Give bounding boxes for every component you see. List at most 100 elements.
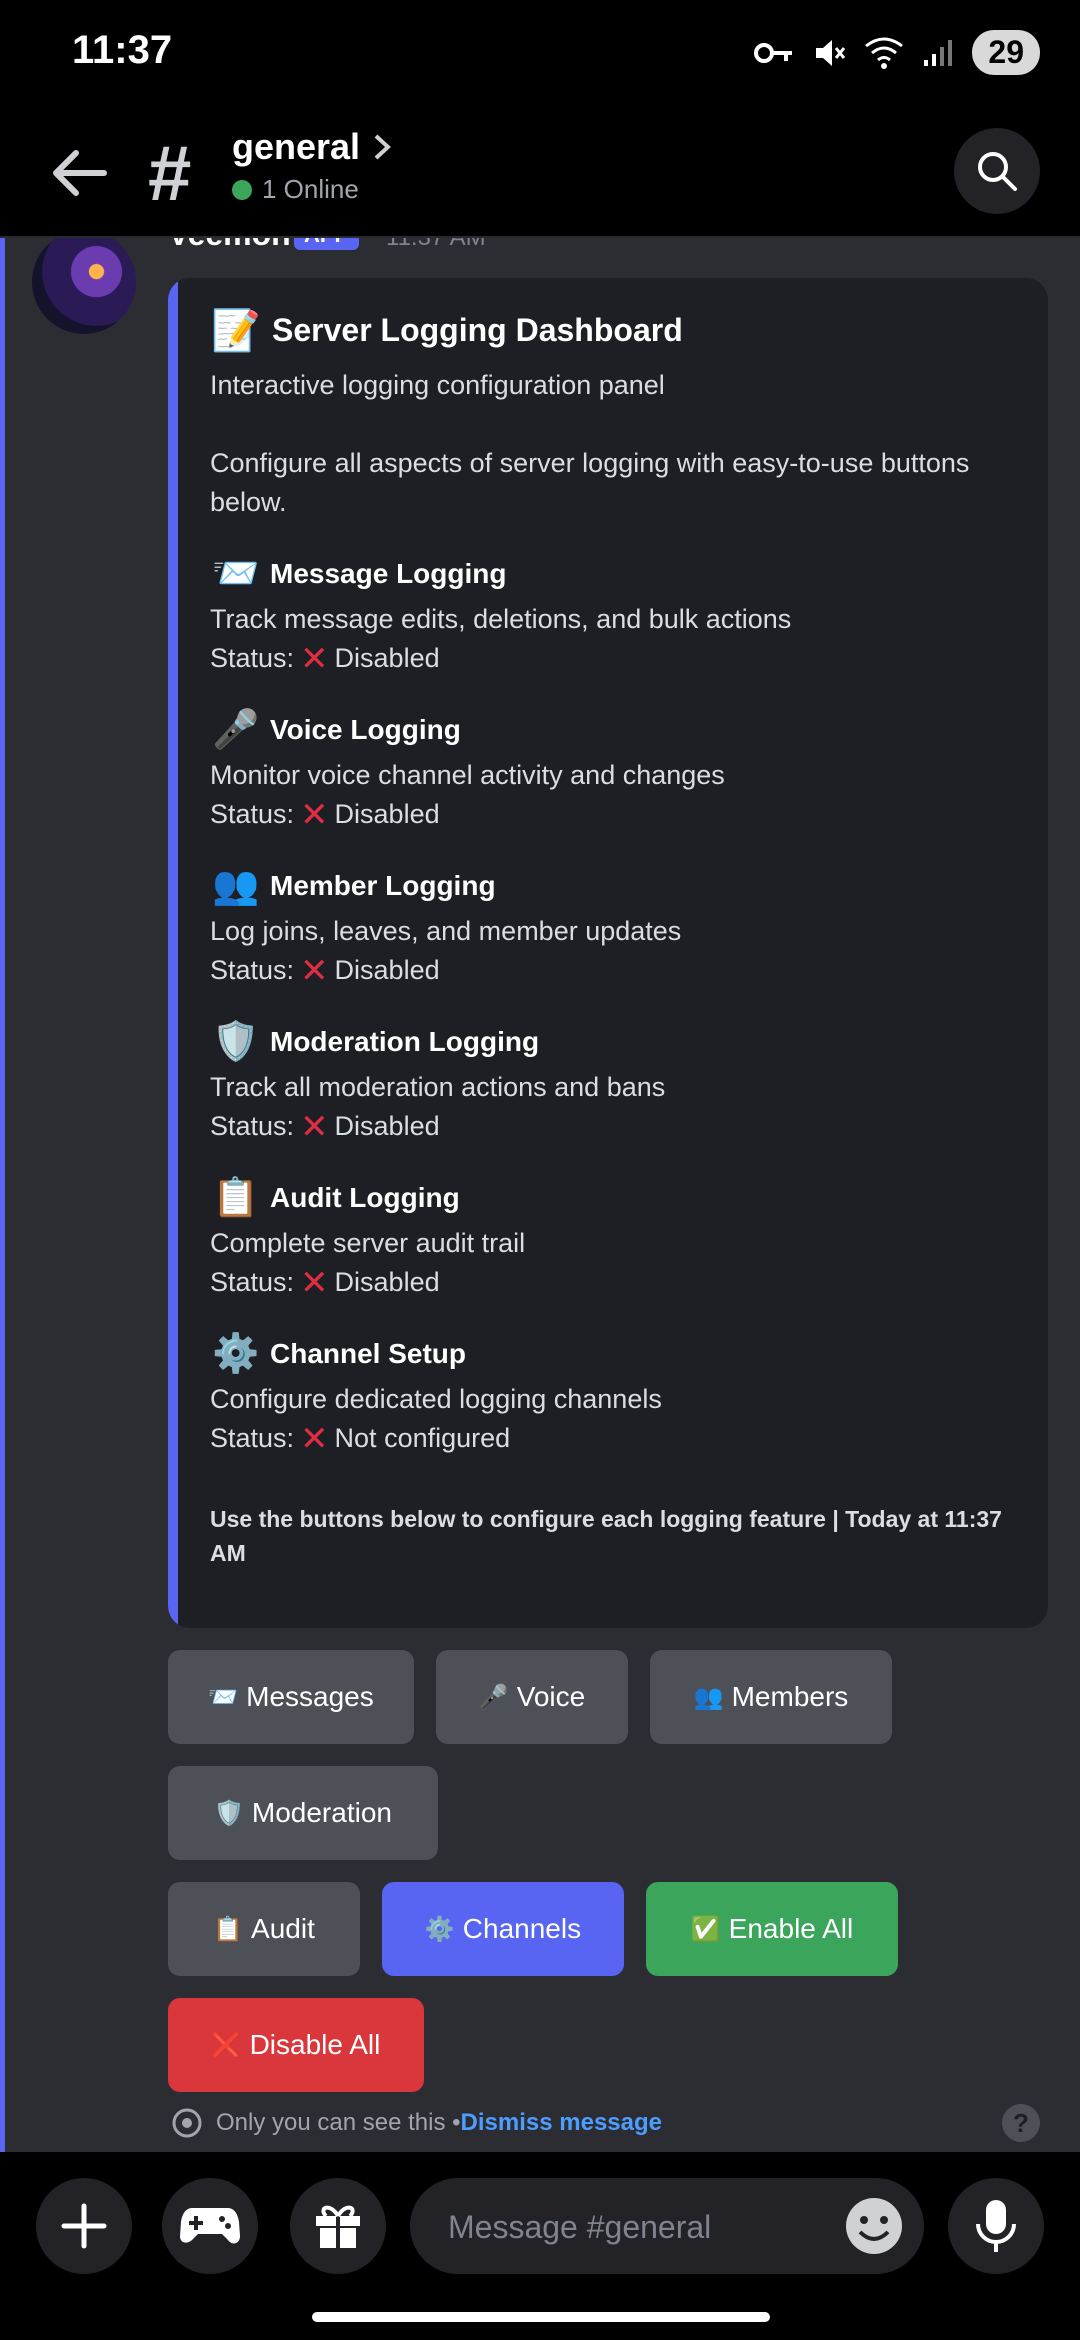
channels-button[interactable]: ⚙️ Channels (382, 1882, 624, 1976)
signal-icon (924, 39, 953, 66)
status-time: 11:37 (72, 28, 173, 72)
status-value: Disabled (334, 643, 440, 673)
field-title: Message Logging (270, 558, 507, 589)
message-box[interactable] (410, 2178, 924, 2276)
cross-mark-icon: ✕ (300, 1263, 329, 1302)
button-row: 📋 Audit ⚙️ Channels ✅ Enable All (168, 1882, 1048, 1976)
embed-title-text: Server Logging Dashboard (272, 311, 683, 348)
disable-all-button[interactable]: ❌ Disable All (168, 1998, 424, 2092)
status-value: Disabled (334, 1111, 440, 1141)
field-audit-logging: 📋 Audit Logging Complete server audit tr… (210, 1172, 1020, 1302)
field-desc: Track message edits, deletions, and bulk… (210, 604, 792, 634)
users-icon: 👥 (212, 865, 260, 907)
status-icons: 29 (754, 30, 1040, 75)
microphone-icon: 🎤 (478, 1683, 509, 1711)
button-label: Audit (251, 1913, 315, 1944)
action-buttons: 📨 Messages 🎤 Voice 👥 Members 🛡️ Moderati… (168, 1650, 1048, 2114)
search-button[interactable] (954, 128, 1040, 214)
message-input[interactable] (446, 2178, 830, 2276)
online-dot-icon (232, 179, 252, 200)
message-timestamp: 11:37 AM (386, 238, 486, 252)
memo-icon: 📝 (211, 308, 261, 353)
emoji-icon[interactable] (842, 2194, 906, 2258)
field-message-logging: 📨 Message Logging Track message edits, d… (210, 548, 1020, 678)
channel-name[interactable]: general (232, 126, 360, 168)
voice-message-button[interactable] (948, 2178, 1044, 2274)
clipboard-icon: 📋 (213, 1915, 244, 1943)
messages-button[interactable]: 📨 Messages (168, 1650, 414, 1744)
cross-mark-icon: ✕ (300, 1107, 329, 1146)
add-button[interactable] (36, 2178, 132, 2274)
field-title: Moderation Logging (270, 1026, 540, 1057)
button-label: Disable All (249, 2029, 381, 2060)
field-name: 👥 Member Logging (210, 860, 1020, 912)
users-icon: 👥 (693, 1683, 724, 1711)
field-title: Audit Logging (270, 1182, 460, 1213)
microphone-icon: 🎤 (212, 709, 260, 751)
gear-icon: ⚙️ (424, 1915, 455, 1943)
field-title: Member Logging (270, 870, 496, 901)
chevron-right-icon[interactable] (370, 132, 394, 162)
message-author[interactable]: Veemon (168, 238, 291, 253)
field-name: ⚙️ Channel Setup (210, 1328, 1020, 1380)
field-desc: Complete server audit trail (210, 1228, 526, 1258)
help-icon[interactable]: ? (1002, 2104, 1040, 2142)
status-label: Status: (210, 1423, 295, 1453)
field-status: Status: ✕ Disabled (210, 1107, 1020, 1146)
audit-button[interactable]: 📋 Audit (168, 1882, 360, 1976)
gift-button[interactable] (290, 2178, 386, 2274)
field-name: 📋 Audit Logging (210, 1172, 1020, 1224)
field-desc: Track all moderation actions and bans (210, 1072, 666, 1102)
button-row: 🛡️ Moderation (168, 1766, 1048, 1860)
field-voice-logging: 🎤 Voice Logging Monitor voice channel ac… (210, 704, 1020, 834)
key-icon (754, 42, 793, 63)
avatar[interactable] (32, 238, 136, 334)
field-status: Status: ✕ Not configured (210, 1419, 1020, 1458)
status-value: Disabled (334, 1267, 440, 1297)
back-arrow-icon[interactable] (44, 138, 114, 208)
field-desc: Log joins, leaves, and member updates (210, 916, 682, 946)
online-count: 1 Online (232, 174, 359, 205)
status-label: Status: (210, 1267, 295, 1297)
field-name: 🎤 Voice Logging (210, 704, 1020, 756)
button-label: Moderation (251, 1797, 392, 1828)
search-icon (978, 152, 1017, 191)
embed-footer: Use the buttons below to configure each … (210, 1506, 1002, 1566)
field-channel-setup: ⚙️ Channel Setup Configure dedicated log… (210, 1328, 1020, 1458)
cross-mark-icon: ✕ (300, 951, 329, 990)
status-label: Status: (210, 955, 295, 985)
moderation-button[interactable]: 🛡️ Moderation (168, 1766, 438, 1860)
shield-icon: 🛡️ (212, 1021, 260, 1063)
status-value: Disabled (334, 955, 440, 985)
members-button[interactable]: 👥 Members (650, 1650, 892, 1744)
chat-area[interactable]: Veemon APP 11:37 AM 📝 Server Logging Das… (0, 238, 1080, 2152)
status-bar: 11:37 29 (0, 0, 1080, 110)
button-row: ❌ Disable All (168, 1998, 1048, 2092)
embed-content: 📝 Server Logging Dashboard Interactive l… (210, 300, 1020, 1570)
wifi-icon (865, 37, 904, 69)
activities-button[interactable] (162, 2178, 258, 2274)
app-badge: APP (294, 238, 360, 250)
dismiss-message-link[interactable]: Dismiss message (461, 2109, 662, 2137)
field-status: Status: ✕ Disabled (210, 1263, 1020, 1302)
envelope-icon: 📨 (208, 1683, 239, 1711)
online-label: 1 Online (262, 174, 359, 204)
shield-icon: 🛡️ (214, 1799, 244, 1827)
status-value: Not configured (334, 1423, 511, 1453)
enable-all-button[interactable]: ✅ Enable All (646, 1882, 898, 1976)
voice-button[interactable]: 🎤 Voice (436, 1650, 628, 1744)
cross-mark-icon: ✕ (300, 639, 329, 678)
home-indicator[interactable] (312, 2312, 770, 2322)
field-name: 📨 Message Logging (210, 548, 1020, 600)
button-label: Enable All (728, 1913, 854, 1944)
button-label: Members (731, 1681, 849, 1712)
field-desc: Monitor voice channel activity and chang… (210, 760, 725, 790)
ephemeral-text: Only you can see this • (216, 2109, 461, 2136)
clipboard-icon: 📋 (212, 1177, 260, 1219)
gear-icon: ⚙️ (212, 1333, 260, 1375)
envelope-icon: 📨 (212, 553, 260, 595)
field-status: Status: ✕ Disabled (210, 639, 1020, 678)
channel-header: # general 1 Online (0, 110, 1080, 238)
plus-icon (61, 2203, 107, 2249)
field-status: Status: ✕ Disabled (210, 795, 1020, 834)
